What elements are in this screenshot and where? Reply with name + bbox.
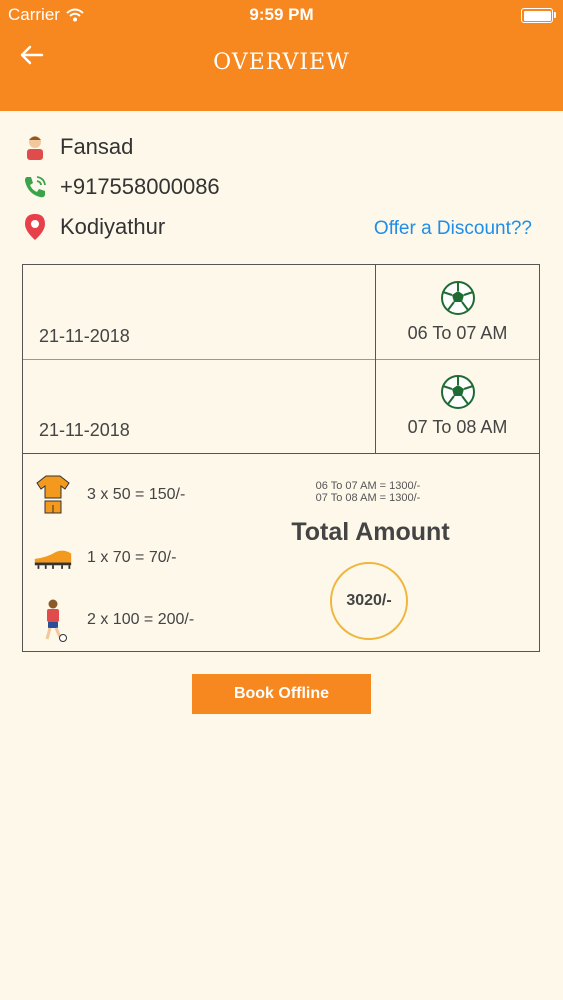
customer-name: Fansad [60, 134, 134, 159]
slot-price-line: 06 To 07 AM = 1300/- [315, 480, 421, 492]
phone-icon [22, 174, 48, 200]
status-bar: Carrier 9:59 PM [0, 0, 563, 30]
customer-location: Kodiyathur [60, 214, 166, 239]
shoe-icon [33, 536, 73, 580]
player-icon [33, 598, 73, 642]
battery-icon [521, 8, 556, 23]
football-icon [440, 375, 475, 409]
item-row-shoe: 1 x 70 = 70/- [33, 536, 176, 580]
app-header: Carrier 9:59 PM OVERVIEW [0, 0, 563, 111]
item-row-player: 2 x 100 = 200/- [33, 598, 194, 642]
booking-summary: 3 x 50 = 150/- 1 x 70 = 70/- 2 x 100 = 2… [22, 453, 540, 652]
slot-time-cell: 07 To 08 AM [376, 359, 539, 453]
total-amount-value: 3020/- [330, 562, 408, 640]
item-text: 2 x 100 = 200/- [87, 611, 195, 628]
slot-time: 07 To 08 AM [407, 417, 508, 437]
item-row-jersey: 3 x 50 = 150/- [33, 473, 185, 517]
slot-price-line: 07 To 08 AM = 1300/- [315, 492, 421, 504]
jersey-icon [33, 473, 73, 517]
item-text: 1 x 70 = 70/- [87, 549, 177, 566]
slot-time: 06 To 07 AM [407, 323, 508, 343]
slot-row[interactable]: 21-11-2018 06 To 07 AM [23, 265, 539, 360]
customer-location-row: Kodiyathur [22, 214, 165, 240]
customer-name-row: Fansad [22, 134, 133, 160]
item-text: 3 x 50 = 150/- [87, 486, 186, 503]
slot-date: 21-11-2018 [39, 326, 130, 346]
slot-date: 21-11-2018 [39, 420, 130, 440]
booking-slots-table: 21-11-2018 06 To 07 AM 21-11-2018 07 To … [22, 264, 540, 454]
status-time: 9:59 PM [249, 5, 314, 24]
location-pin-icon [22, 214, 48, 240]
total-amount-label: Total Amount [291, 518, 450, 546]
slot-time-cell: 06 To 07 AM [376, 265, 539, 359]
football-icon [440, 281, 475, 315]
offer-discount-link[interactable]: Offer a Discount?? [374, 218, 532, 240]
book-offline-button[interactable]: Book Offline [192, 674, 371, 714]
person-icon [22, 134, 48, 160]
customer-phone-row: +917558000086 [22, 174, 220, 200]
customer-phone: +917558000086 [60, 174, 220, 199]
page-title: OVERVIEW [213, 50, 350, 75]
slot-row[interactable]: 21-11-2018 07 To 08 AM [23, 359, 539, 453]
